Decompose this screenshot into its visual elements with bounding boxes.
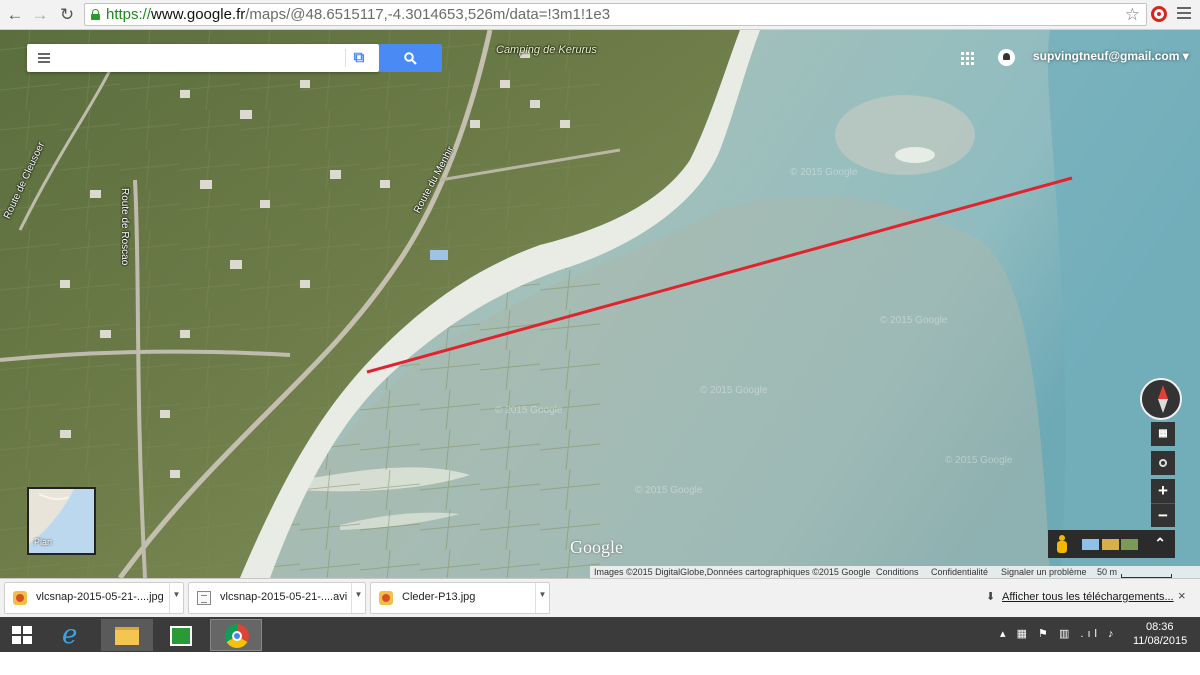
my-location-icon[interactable] xyxy=(1151,451,1175,475)
satellite-imagery xyxy=(0,30,1200,578)
watermark: © 2015 Google xyxy=(790,167,858,178)
url-path: /maps/@48.6515117,-4.3014653,526m/data=!… xyxy=(245,6,611,23)
download-filename: vlcsnap-2015-05-21-....avi xyxy=(220,591,348,603)
show-all-downloads-link[interactable]: ⬇ Afficher tous les téléchargements... xyxy=(986,590,1174,603)
extension-icon[interactable] xyxy=(1151,6,1167,22)
imagery-credit: Images ©2015 DigitalGlobe,Données cartog… xyxy=(594,567,871,577)
jpg-file-icon xyxy=(379,591,393,605)
store-icon[interactable] xyxy=(155,619,207,651)
watermark: © 2015 Google xyxy=(945,455,1013,466)
bookmark-star-icon[interactable]: ☆ xyxy=(1125,4,1140,25)
chevron-down-icon[interactable]: ▼ xyxy=(351,583,365,613)
pegman-icon[interactable] xyxy=(1057,535,1067,553)
search-button[interactable] xyxy=(379,44,442,72)
browser-menu-icon[interactable] xyxy=(1177,7,1191,21)
internet-explorer-icon[interactable]: e xyxy=(46,619,98,651)
place-label-camping[interactable]: Camping de Kerurus xyxy=(496,44,597,56)
chevron-down-icon[interactable]: ▼ xyxy=(535,583,549,613)
compass-icon[interactable] xyxy=(1140,378,1182,420)
download-filename: Cleder-P13.jpg xyxy=(402,591,476,603)
watermark: © 2015 Google xyxy=(700,385,768,396)
chevron-down-icon[interactable]: ▼ xyxy=(169,583,183,613)
address-bar[interactable]: https://www.google.fr/maps/@48.6515117,-… xyxy=(84,3,1147,26)
privacy-link[interactable]: Confidentialité xyxy=(931,566,988,578)
expand-chevron-icon[interactable]: ⌃ xyxy=(1154,533,1166,553)
layer-thumbnail[interactable] xyxy=(1082,539,1099,550)
watermark: © 2015 Google xyxy=(880,315,948,326)
hamburger-menu-icon[interactable] xyxy=(38,53,50,63)
clock-time[interactable]: 08:36 xyxy=(1146,621,1174,633)
download-item[interactable]: vlcsnap-2015-05-21-....avi ▼ xyxy=(188,582,366,614)
apps-grid-icon[interactable] xyxy=(961,52,974,65)
road-label-roscao: Route de Roscao xyxy=(119,188,130,266)
avi-file-icon xyxy=(197,591,211,605)
system-tray-icons[interactable]: ▴ ▦ ⚑ ▥ .ıl ♪ xyxy=(1000,627,1118,640)
url-scheme: https:// xyxy=(106,6,152,23)
url-text[interactable]: https://www.google.fr/maps/@48.6515117,-… xyxy=(106,5,610,25)
watermark: © 2015 Google xyxy=(495,405,563,416)
windows-start-icon[interactable] xyxy=(12,626,32,644)
lock-icon xyxy=(91,9,100,20)
download-arrow-icon: ⬇ xyxy=(986,591,996,603)
search-input[interactable] xyxy=(61,48,361,68)
watermark: © 2015 Google xyxy=(635,485,703,496)
reload-icon[interactable]: ↻ xyxy=(56,4,78,26)
file-explorer-icon[interactable] xyxy=(101,619,153,651)
report-problem-link[interactable]: Signaler un problème xyxy=(1001,566,1087,578)
download-item[interactable]: Cleder-P13.jpg ▼ xyxy=(370,582,550,614)
map-canvas[interactable]: ⧉ supvingtneuf@gmail.com ▾ Camping de Ke… xyxy=(0,30,1200,578)
attribution-bar: Images ©2015 DigitalGlobe,Données cartog… xyxy=(590,566,1200,578)
notifications-icon[interactable] xyxy=(998,49,1015,66)
layer-thumbnail[interactable] xyxy=(1121,539,1138,550)
download-bar: vlcsnap-2015-05-21-....jpg ▼ vlcsnap-201… xyxy=(0,578,1200,617)
jpg-file-icon xyxy=(13,591,27,605)
download-item[interactable]: vlcsnap-2015-05-21-....jpg ▼ xyxy=(4,582,184,614)
show-all-label: Afficher tous les téléchargements... xyxy=(1002,591,1174,603)
windows-taskbar: e ▴ ▦ ⚑ ▥ .ıl ♪ 08:36 11/08/2015 xyxy=(0,617,1200,652)
google-logo: Google xyxy=(570,537,623,557)
chrome-icon[interactable] xyxy=(210,619,262,651)
download-filename: vlcsnap-2015-05-21-....jpg xyxy=(36,591,164,603)
zoom-in-button[interactable]: + xyxy=(1151,479,1175,503)
layer-thumbnail[interactable] xyxy=(1102,539,1119,550)
url-host: www.google.fr xyxy=(151,6,246,23)
map-type-thumbnail[interactable]: Plan xyxy=(27,487,96,555)
terms-link[interactable]: Conditions xyxy=(876,566,919,578)
layer-controls: ⌃ xyxy=(1048,530,1175,558)
forward-arrow-icon[interactable]: → xyxy=(29,4,51,26)
back-arrow-icon[interactable]: ← xyxy=(4,4,26,26)
browser-toolbar: ← → ↻ https://www.google.fr/maps/@48.651… xyxy=(0,0,1200,30)
zoom-out-button[interactable]: − xyxy=(1151,503,1175,527)
thumbnail-label: Plan xyxy=(34,537,53,547)
close-icon[interactable]: × xyxy=(1178,588,1186,603)
account-email[interactable]: supvingtneuf@gmail.com ▾ xyxy=(1033,49,1189,63)
directions-icon[interactable]: ⧉ xyxy=(348,47,370,69)
scale-label[interactable]: 50 m xyxy=(1097,566,1117,578)
clock-date[interactable]: 11/08/2015 xyxy=(1133,635,1187,647)
divider xyxy=(345,49,346,67)
tilt-toggle-icon[interactable]: ▦ xyxy=(1151,422,1175,446)
map-search-box: ⧉ xyxy=(27,44,379,72)
search-icon xyxy=(404,52,417,65)
